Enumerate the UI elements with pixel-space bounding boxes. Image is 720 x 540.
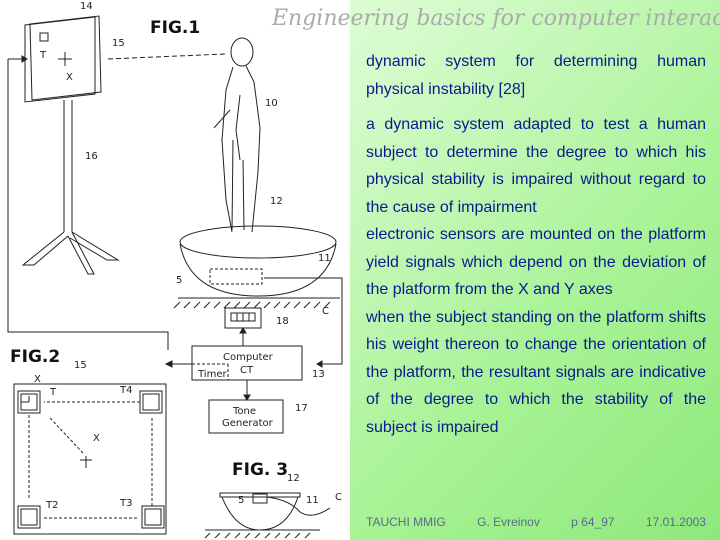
footer-org: TAUCHI MMIG	[366, 515, 446, 529]
cursor-cross	[58, 52, 72, 66]
label-c: C	[322, 306, 329, 317]
fig2-label-t: T	[49, 387, 57, 398]
ct-label: CT	[240, 365, 254, 376]
fig2-title: FIG.2	[10, 347, 60, 367]
bullet-item: when the subject standing on the platfor…	[366, 308, 706, 436]
label-12: 12	[270, 196, 283, 207]
footer-date: 17.01.2003	[645, 515, 706, 529]
slide-title: Engineering basics for computer interact…	[272, 6, 720, 31]
slide-footer: TAUCHI MMIG G. Evreinov p 64_97 17.01.20…	[366, 515, 706, 529]
patent-figure-drawing: FIG.1 FIG.2 FIG. 3 14 15 T X 16 10 12 11…	[7, 1, 343, 539]
fig3-label-11: 11	[306, 495, 319, 506]
label-14: 14	[80, 1, 93, 12]
balance-platform	[179, 225, 337, 297]
label-13: 13	[312, 369, 325, 380]
bullet-list: dynamic system for determining human phy…	[366, 48, 706, 449]
label-15: 15	[112, 38, 125, 49]
footer-page: p 64_97	[571, 515, 615, 529]
label-x: X	[66, 72, 73, 83]
fig3-label-5: 5	[238, 495, 244, 506]
fig3-label-c: C	[335, 492, 342, 503]
bullet-item: a dynamic system adapted to test a human…	[366, 116, 706, 216]
stand-pole	[63, 100, 73, 232]
generator-label: Generator	[222, 418, 274, 429]
label-16: 16	[85, 151, 98, 162]
target-square	[39, 32, 49, 42]
bullet-item: dynamic system for determining human phy…	[366, 53, 706, 98]
label-5: 5	[176, 275, 182, 286]
fig2-label-15: 15	[74, 360, 87, 371]
timer-label: Timer	[197, 369, 227, 380]
fig1-title: FIG.1	[150, 18, 200, 38]
fig2-label-t2: T2	[45, 500, 58, 511]
fig3-label-12: 12	[287, 473, 300, 484]
label-11: 11	[318, 253, 331, 264]
patent-figure-image: FIG.1 FIG.2 FIG. 3 14 15 T X 16 10 12 11…	[0, 0, 350, 540]
fig3-title: FIG. 3	[232, 460, 288, 480]
fig2-label-x: X	[34, 374, 41, 385]
fig2-label-x2: X	[93, 433, 100, 444]
standing-person	[213, 37, 261, 233]
footer-author: G. Evreinov	[477, 515, 540, 529]
bullet-item: electronic sensors are mounted on the pl…	[366, 226, 706, 298]
label-18: 18	[276, 316, 289, 327]
label-t: T	[39, 50, 47, 61]
fig2-label-t3: T3	[119, 498, 132, 509]
fig2-cursor-cross	[80, 456, 92, 468]
label-10: 10	[265, 98, 278, 109]
stand-tripod	[21, 231, 120, 275]
fig2-label-t4: T4	[119, 385, 132, 396]
tone-label: Tone	[232, 406, 256, 417]
label-17: 17	[295, 403, 308, 414]
computer-label: Computer	[223, 352, 274, 363]
